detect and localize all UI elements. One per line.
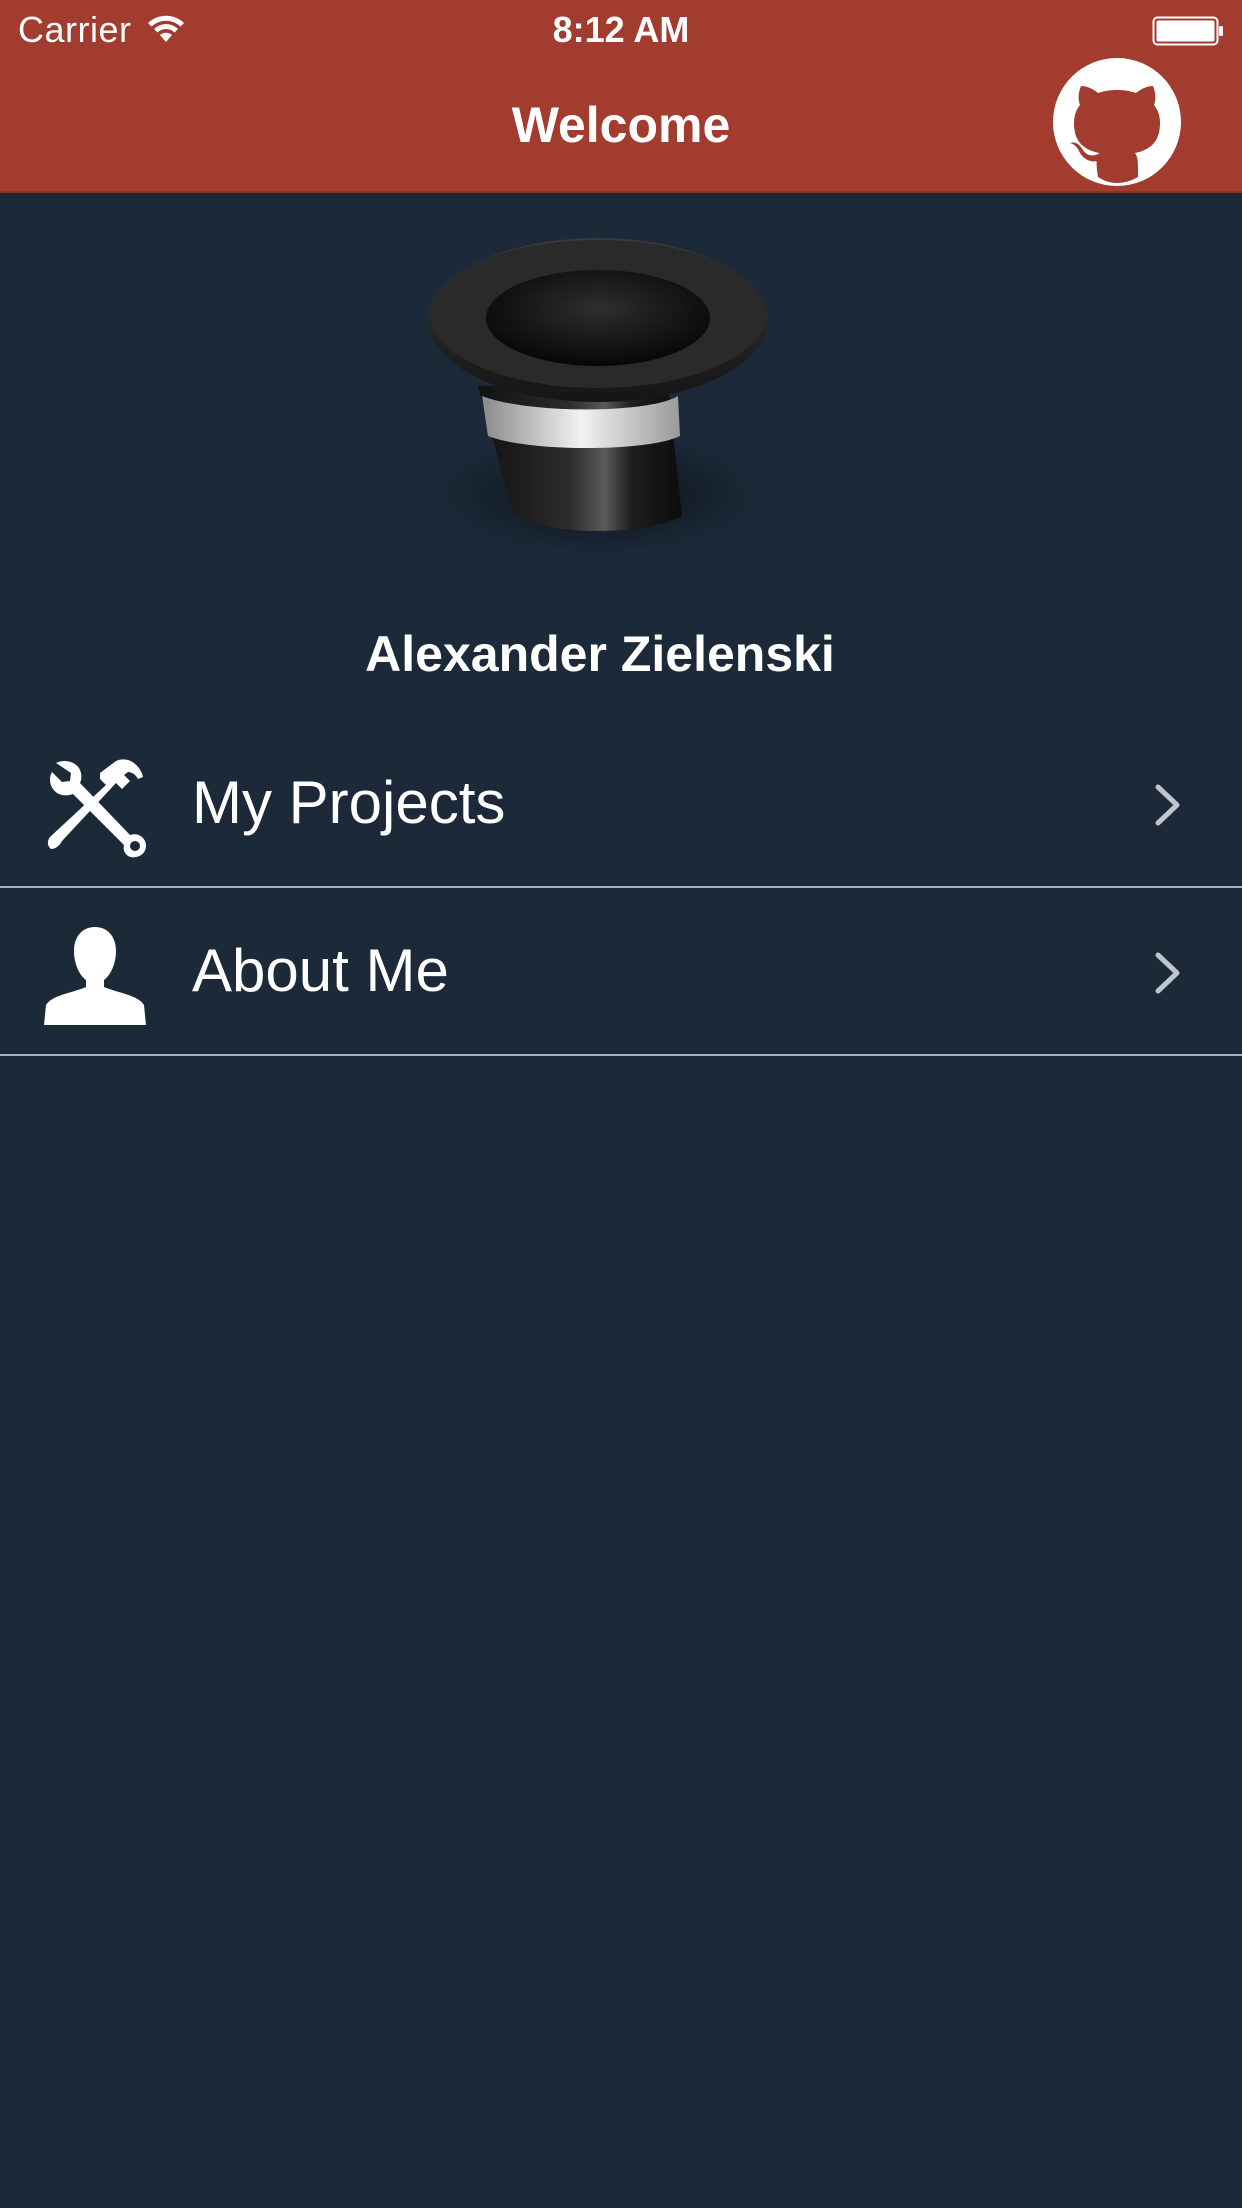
menu-item-my-projects[interactable]: My Projects bbox=[0, 720, 1242, 888]
profile-name: Alexander Zielenski bbox=[365, 626, 835, 682]
chevron-right-icon bbox=[1155, 952, 1180, 994]
menu-list: My Projects About Me bbox=[0, 720, 1242, 1056]
menu-item-label: My Projects bbox=[192, 769, 506, 836]
top-hat-icon bbox=[428, 238, 768, 554]
status-bar: Carrier 8:12 AM bbox=[0, 0, 1242, 62]
tools-icon bbox=[47, 759, 146, 858]
person-icon bbox=[44, 927, 146, 1025]
menu-item-about-me[interactable]: About Me bbox=[0, 888, 1242, 1056]
battery-full-icon bbox=[1152, 16, 1223, 46]
status-time: 8:12 AM bbox=[552, 9, 690, 50]
screen: Carrier 8:12 AM Welcome Alexander Zielen… bbox=[0, 0, 1242, 2208]
chevron-right-icon bbox=[1155, 784, 1180, 826]
menu-item-label: About Me bbox=[192, 937, 449, 1004]
navigation-bar: Carrier 8:12 AM Welcome bbox=[0, 0, 1242, 193]
github-icon[interactable] bbox=[1052, 57, 1182, 187]
